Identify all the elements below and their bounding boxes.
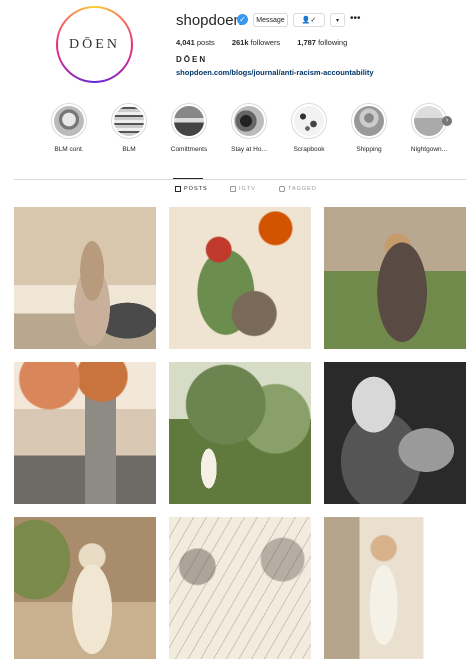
posts-label: posts — [196, 38, 215, 47]
avatar-inner: DŌEN — [58, 8, 131, 81]
highlight-cover — [351, 103, 387, 139]
post-tile[interactable] — [14, 362, 156, 504]
highlight-cover — [111, 103, 147, 139]
followers-stat[interactable]: 261k followers — [232, 38, 280, 47]
tab-igtv[interactable]: IGTV — [230, 186, 256, 192]
bio-link[interactable]: shopdoen.com/blogs/journal/anti-racism-a… — [176, 68, 374, 77]
highlight-stay-at-home[interactable]: Stay at Ho... — [221, 103, 277, 153]
verified-badge-icon: ✓ — [237, 14, 248, 25]
profile-avatar[interactable]: DŌEN — [56, 6, 133, 83]
highlight-label: Nightgown... — [410, 146, 448, 153]
more-options-icon[interactable]: ••• — [350, 13, 361, 24]
post-tile[interactable] — [14, 207, 156, 349]
highlight-image — [114, 106, 144, 136]
post-tile[interactable] — [324, 362, 466, 504]
story-highlights: BLM cont. BLM Comittments Stay at Ho... … — [30, 103, 460, 158]
posts-stat: 4,041 posts — [176, 38, 215, 47]
highlight-comittments[interactable]: Comittments — [161, 103, 217, 153]
active-tab-indicator — [173, 178, 203, 179]
profile-full-name: DŌEN — [176, 55, 208, 64]
highlight-label: Comittments — [170, 146, 208, 153]
tab-label: TAGGED — [288, 186, 317, 192]
tab-label: POSTS — [184, 186, 208, 192]
highlight-nightgown[interactable]: Nightgown... — [401, 103, 457, 153]
highlight-image — [294, 106, 324, 136]
highlight-shipping[interactable]: Shipping — [341, 103, 397, 153]
tagged-person-icon — [279, 186, 285, 192]
post-tile[interactable] — [169, 207, 311, 349]
following-button[interactable]: 👤✓ — [293, 13, 325, 27]
grid-icon — [175, 186, 181, 192]
highlight-cover — [171, 103, 207, 139]
tab-label: IGTV — [239, 186, 256, 192]
highlight-image — [414, 106, 444, 136]
post-tile[interactable] — [324, 517, 466, 659]
followers-count: 261k — [231, 38, 249, 47]
highlight-cover — [231, 103, 267, 139]
highlight-cover — [291, 103, 327, 139]
highlight-label: BLM cont. — [54, 146, 84, 153]
highlight-image — [354, 106, 384, 136]
highlight-image — [234, 106, 264, 136]
highlight-blm[interactable]: BLM — [101, 103, 157, 153]
suggested-dropdown-button[interactable]: ▾ — [330, 13, 345, 27]
highlight-scrapbook[interactable]: Scrapbook — [281, 103, 337, 153]
highlight-label: Shipping — [356, 146, 382, 153]
highlight-label: BLM — [122, 146, 136, 153]
following-stat[interactable]: 1,787 following — [297, 38, 347, 47]
tv-icon — [230, 186, 236, 192]
profile-stats: 4,041 posts 261k followers 1,787 followi… — [176, 38, 364, 47]
highlight-image — [54, 106, 84, 136]
chevron-right-icon[interactable]: › — [442, 116, 452, 126]
tab-tagged[interactable]: TAGGED — [279, 186, 317, 192]
post-tile[interactable] — [169, 517, 311, 659]
following-label: following — [318, 38, 348, 47]
avatar-logo-text: DŌEN — [69, 36, 120, 52]
tabs-divider — [14, 179, 466, 180]
profile-username: shopdoen — [176, 12, 242, 29]
highlight-blm-cont[interactable]: BLM cont. — [41, 103, 97, 153]
followers-label: followers — [250, 38, 281, 47]
tab-posts[interactable]: POSTS — [175, 186, 208, 192]
post-tile[interactable] — [169, 362, 311, 504]
posts-count: 4,041 — [176, 38, 195, 47]
highlight-label: Scrapbook — [293, 146, 325, 153]
highlight-image — [174, 106, 204, 136]
message-button[interactable]: Message — [253, 13, 288, 27]
following-count: 1,787 — [297, 38, 316, 47]
post-tile[interactable] — [324, 207, 466, 349]
highlight-cover — [51, 103, 87, 139]
post-tile[interactable] — [14, 517, 156, 659]
highlight-label: Stay at Ho... — [231, 146, 267, 153]
